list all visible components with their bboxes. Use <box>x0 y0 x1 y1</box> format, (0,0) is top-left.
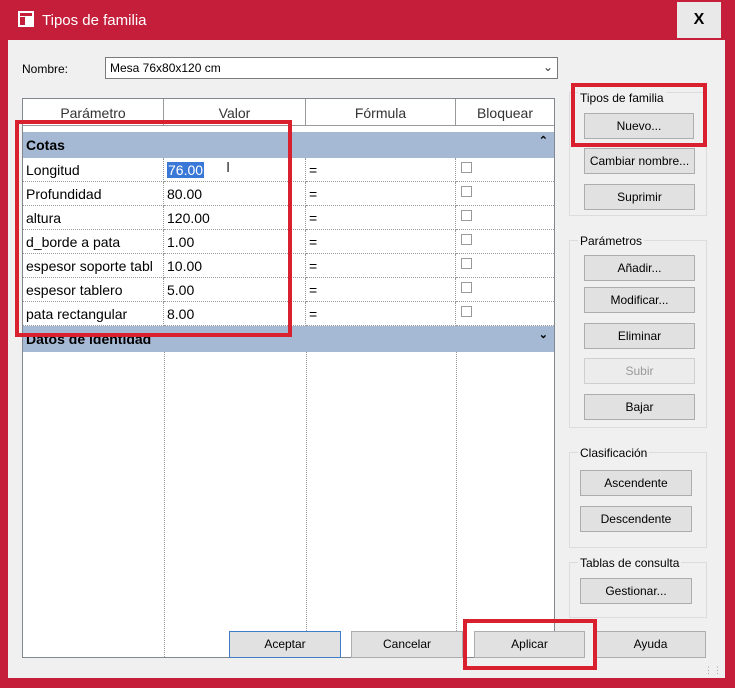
param-name-cell[interactable]: Longitud <box>23 158 164 182</box>
column-header-valor[interactable]: Valor <box>164 99 306 126</box>
cambiar-nombre-button[interactable]: Cambiar nombre... <box>584 148 695 174</box>
expand-icon[interactable]: ⌄ <box>539 328 548 341</box>
group-header-datos-identidad[interactable]: Datos de identidad ⌄ <box>23 326 554 352</box>
value-cell[interactable]: 76.00 <box>164 158 306 182</box>
lock-checkbox[interactable] <box>461 258 472 269</box>
param-name-cell[interactable]: Profundidad <box>23 182 164 206</box>
cancelar-button[interactable]: Cancelar <box>351 631 463 658</box>
nombre-label: Nombre: <box>22 62 69 76</box>
table-row[interactable]: pata rectangular 8.00 = <box>23 302 554 326</box>
clasificacion-title: Clasificación <box>578 446 650 460</box>
param-name-cell[interactable]: espesor tablero <box>23 278 164 302</box>
group-header-cotas[interactable]: Cotas ⌃ <box>23 132 554 158</box>
table-row[interactable]: d_borde a pata 1.00 = <box>23 230 554 254</box>
selected-value-text[interactable]: 76.00 <box>167 162 205 178</box>
tablas-consulta-title: Tablas de consulta <box>578 556 682 570</box>
value-cell[interactable]: 120.00 <box>164 206 306 230</box>
value-cell[interactable]: 5.00 <box>164 278 306 302</box>
param-name-cell[interactable]: espesor soporte tabl <box>23 254 164 278</box>
aplicar-button[interactable]: Aplicar <box>474 631 585 658</box>
lock-cell[interactable] <box>456 278 554 302</box>
gestionar-button[interactable]: Gestionar... <box>580 578 692 604</box>
value-cell[interactable]: 8.00 <box>164 302 306 326</box>
nombre-value: Mesa 76x80x120 cm <box>110 61 221 75</box>
lock-cell[interactable] <box>456 254 554 278</box>
resize-grip-icon[interactable]: ⋮⋮ <box>704 665 722 676</box>
chevron-down-icon: ⌄ <box>542 60 553 74</box>
nombre-dropdown[interactable]: Mesa 76x80x120 cm ⌄ <box>105 57 558 79</box>
dialog-client-area: Nombre: Mesa 76x80x120 cm ⌄ Parámetro Va… <box>8 40 725 678</box>
clasificacion-group <box>569 452 707 548</box>
lock-checkbox[interactable] <box>461 306 472 317</box>
modificar-button[interactable]: Modificar... <box>584 287 695 313</box>
ascendente-button[interactable]: Ascendente <box>580 470 692 496</box>
tipos-familia-title: Tipos de familia <box>578 91 666 105</box>
lock-checkbox[interactable] <box>461 186 472 197</box>
table-row[interactable]: Longitud 76.00 = <box>23 158 554 182</box>
formula-cell[interactable]: = <box>306 182 456 206</box>
column-divider <box>456 352 457 657</box>
close-button[interactable]: X <box>677 2 721 38</box>
lock-checkbox[interactable] <box>461 282 472 293</box>
table-row[interactable]: altura 120.00 = <box>23 206 554 230</box>
lock-checkbox[interactable] <box>461 210 472 221</box>
aceptar-button[interactable]: Aceptar <box>229 631 341 658</box>
formula-cell[interactable]: = <box>306 230 456 254</box>
table-row[interactable]: Profundidad 80.00 = <box>23 182 554 206</box>
ayuda-button[interactable]: Ayuda <box>595 631 706 658</box>
eliminar-button[interactable]: Eliminar <box>584 323 695 349</box>
table-row[interactable]: espesor soporte tabl 10.00 = <box>23 254 554 278</box>
suprimir-button[interactable]: Suprimir <box>584 184 695 210</box>
collapse-icon[interactable]: ⌃ <box>539 134 548 147</box>
table-row[interactable]: espesor tablero 5.00 = <box>23 278 554 302</box>
text-cursor-icon: I <box>226 159 231 176</box>
column-divider <box>306 352 307 657</box>
parameters-grid[interactable]: Parámetro Valor Fórmula Bloquear Cotas ⌃… <box>22 98 555 658</box>
group-name: Datos de identidad <box>26 331 152 347</box>
lock-cell[interactable] <box>456 182 554 206</box>
column-header-formula[interactable]: Fórmula <box>306 99 456 126</box>
dialog-window: Tipos de familia X Nombre: Mesa 76x80x12… <box>0 0 735 688</box>
nuevo-button[interactable]: Nuevo... <box>584 113 694 139</box>
column-header-bloquear[interactable]: Bloquear <box>456 99 554 126</box>
lock-cell[interactable] <box>456 206 554 230</box>
param-name-cell[interactable]: d_borde a pata <box>23 230 164 254</box>
formula-cell[interactable]: = <box>306 278 456 302</box>
column-divider <box>164 352 165 657</box>
lock-cell[interactable] <box>456 302 554 326</box>
param-name-cell[interactable]: pata rectangular <box>23 302 164 326</box>
title-bar[interactable]: Tipos de familia X <box>0 0 735 40</box>
column-header-parametro[interactable]: Parámetro <box>23 99 164 126</box>
bajar-button[interactable]: Bajar <box>584 394 695 420</box>
lock-cell[interactable] <box>456 158 554 182</box>
window-icon <box>18 11 34 27</box>
value-cell[interactable]: 1.00 <box>164 230 306 254</box>
subir-button[interactable]: Subir <box>584 358 695 384</box>
lock-cell[interactable] <box>456 230 554 254</box>
lock-checkbox[interactable] <box>461 234 472 245</box>
value-cell[interactable]: 80.00 <box>164 182 306 206</box>
parametros-title: Parámetros <box>578 234 645 248</box>
group-name: Cotas <box>26 137 65 153</box>
formula-cell[interactable]: = <box>306 206 456 230</box>
lock-checkbox[interactable] <box>461 162 472 173</box>
value-cell[interactable]: 10.00 <box>164 254 306 278</box>
descendente-button[interactable]: Descendente <box>580 506 692 532</box>
formula-cell[interactable]: = <box>306 254 456 278</box>
formula-cell[interactable]: = <box>306 158 456 182</box>
anadir-button[interactable]: Añadir... <box>584 255 695 281</box>
formula-cell[interactable]: = <box>306 302 456 326</box>
window-title: Tipos de familia <box>42 12 147 29</box>
param-name-cell[interactable]: altura <box>23 206 164 230</box>
